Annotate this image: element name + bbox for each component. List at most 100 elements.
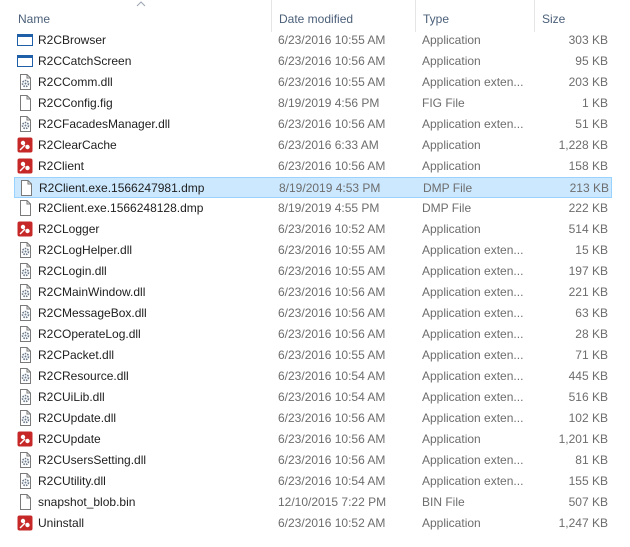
file-type: DMP File xyxy=(422,201,472,215)
dll-gear-icon xyxy=(17,389,33,405)
file-row[interactable]: R2CLogHelper.dll 6/23/2016 10:55 AM Applic… xyxy=(14,240,612,261)
column-header-type[interactable]: Type xyxy=(415,0,534,32)
file-type: Application exten... xyxy=(422,264,524,278)
file-row[interactable]: R2CFacadesManager.dll 6/23/2016 10:56 AM A… xyxy=(14,114,612,135)
file-type: Application exten... xyxy=(422,75,524,89)
file-row[interactable]: Uninstall 6/23/2016 10:52 AM Application 1,… xyxy=(14,513,612,534)
dll-gear-icon xyxy=(17,116,33,132)
file-row[interactable]: R2CUiLib.dll 6/23/2016 10:54 AM Applicatio… xyxy=(14,387,612,408)
file-type: Application xyxy=(422,138,481,152)
file-size: 222 KB xyxy=(568,201,608,215)
file-type: Application xyxy=(422,159,481,173)
column-header-date-modified[interactable]: Date modified xyxy=(271,0,415,32)
file-size: 81 KB xyxy=(575,453,608,467)
file-size: 51 KB xyxy=(575,117,608,131)
date-modified: 6/23/2016 10:56 AM xyxy=(278,453,386,467)
date-modified: 6/23/2016 10:55 AM xyxy=(278,348,386,362)
dll-gear-icon xyxy=(17,347,33,363)
file-name: R2CUsersSetting.dll xyxy=(38,453,147,467)
file-name: R2Client xyxy=(38,159,85,173)
dll-gear-icon xyxy=(17,74,33,90)
file-name: R2CResource.dll xyxy=(38,369,129,383)
file-row[interactable]: R2CLogin.dll 6/23/2016 10:55 AM Applicatio… xyxy=(14,261,612,282)
dll-gear-icon xyxy=(17,242,33,258)
date-modified: 6/23/2016 10:56 AM xyxy=(278,54,386,68)
generic-file-icon xyxy=(17,95,33,111)
date-modified: 6/23/2016 10:55 AM xyxy=(278,75,386,89)
file-row[interactable]: R2Client.exe.1566248128.dmp 8/19/2019 4:5… xyxy=(14,198,612,219)
file-name: R2ClearCache xyxy=(38,138,117,152)
file-name: R2CComm.dll xyxy=(38,75,113,89)
file-type: Application exten... xyxy=(422,327,524,341)
file-type: Application exten... xyxy=(422,243,524,257)
date-modified: 6/23/2016 10:56 AM xyxy=(278,411,386,425)
file-row[interactable]: snapshot_blob.bin 12/10/2015 7:22 PM BIN F… xyxy=(14,492,612,513)
dll-gear-icon xyxy=(17,473,33,489)
file-size: 1,201 KB xyxy=(558,432,608,446)
file-size: 158 KB xyxy=(568,159,608,173)
column-header-bar: Name Date modified Type Size xyxy=(0,0,630,32)
file-size: 95 KB xyxy=(575,54,608,68)
file-size: 15 KB xyxy=(575,243,608,257)
file-row[interactable]: R2CBrowser 6/23/2016 10:55 AM Application 3… xyxy=(14,30,612,51)
file-row[interactable]: R2Client.exe.1566247981.dmp 8/19/2019 4:5… xyxy=(14,177,612,198)
file-row[interactable]: R2CMessageBox.dll 6/23/2016 10:56 AM Appli… xyxy=(14,303,612,324)
file-list: natives_blob.bin12/10/2015 7:22 PMBIN Fi… xyxy=(0,19,630,547)
file-name: R2CCatchScreen xyxy=(38,54,132,68)
file-name: R2CLogHelper.dll xyxy=(38,243,133,257)
file-name: Uninstall xyxy=(38,516,85,530)
r2c-app-icon xyxy=(17,137,33,153)
file-row[interactable]: R2CMainWindow.dll 6/23/2016 10:56 AM Appli… xyxy=(14,282,612,303)
date-modified: 6/23/2016 10:52 AM xyxy=(278,222,386,236)
date-modified: 6/23/2016 10:56 AM xyxy=(278,432,386,446)
date-modified: 6/23/2016 10:54 AM xyxy=(278,474,386,488)
file-type: BIN File xyxy=(422,495,465,509)
file-size: 1 KB xyxy=(581,96,608,110)
date-modified: 6/23/2016 10:56 AM xyxy=(278,285,386,299)
file-row[interactable]: R2CUsersSetting.dll 6/23/2016 10:56 AM App… xyxy=(14,450,612,471)
file-size: 203 KB xyxy=(568,75,608,89)
date-modified: 12/10/2015 7:22 PM xyxy=(278,495,387,509)
column-header-name[interactable]: Name xyxy=(11,0,271,32)
file-name: R2CUpdate.dll xyxy=(38,411,117,425)
file-size: 303 KB xyxy=(568,33,608,47)
dll-gear-icon xyxy=(17,326,33,342)
file-row[interactable]: R2CCatchScreen 6/23/2016 10:56 AM Applicat… xyxy=(14,51,612,72)
file-size: 197 KB xyxy=(568,264,608,278)
file-row[interactable]: R2CResource.dll 6/23/2016 10:54 AM Applica… xyxy=(14,366,612,387)
file-type: Application exten... xyxy=(422,117,524,131)
file-row[interactable]: R2Client 6/23/2016 10:56 AM Application 158… xyxy=(14,156,612,177)
file-type: Application xyxy=(422,516,481,530)
file-row[interactable]: R2CUpdate.dll 6/23/2016 10:56 AM Applicati… xyxy=(14,408,612,429)
file-size: 213 KB xyxy=(569,181,609,195)
file-size: 516 KB xyxy=(568,390,608,404)
file-type: Application exten... xyxy=(422,306,524,320)
file-row[interactable]: R2CComm.dll 6/23/2016 10:55 AM Application… xyxy=(14,72,612,93)
file-name: snapshot_blob.bin xyxy=(38,495,136,509)
file-size: 28 KB xyxy=(575,327,608,341)
file-row[interactable]: R2CPacket.dll 6/23/2016 10:55 AM Applicati… xyxy=(14,345,612,366)
dll-gear-icon xyxy=(17,284,33,300)
r2c-app-icon xyxy=(17,431,33,447)
app-window-icon xyxy=(17,53,33,69)
file-size: 71 KB xyxy=(575,348,608,362)
file-type: Application xyxy=(422,33,481,47)
column-header-size[interactable]: Size xyxy=(534,0,630,32)
file-name: R2CMainWindow.dll xyxy=(38,285,146,299)
file-row[interactable]: R2CLogger 6/23/2016 10:52 AM Application 51… xyxy=(14,219,612,240)
file-type: FIG File xyxy=(422,96,465,110)
file-name: R2Client.exe.1566247981.dmp xyxy=(39,181,205,195)
file-row[interactable]: R2COperateLog.dll 6/23/2016 10:56 AM Appli… xyxy=(14,324,612,345)
file-name: R2CUiLib.dll xyxy=(38,390,105,404)
date-modified: 6/23/2016 10:54 AM xyxy=(278,369,386,383)
file-row[interactable]: R2CUpdate 6/23/2016 10:56 AM Application 1,… xyxy=(14,429,612,450)
file-size: 507 KB xyxy=(568,495,608,509)
dll-gear-icon xyxy=(17,263,33,279)
file-row[interactable]: R2CConfig.fig 8/19/2019 4:56 PM FIG File 1 … xyxy=(14,93,612,114)
file-row[interactable]: R2CUtility.dll 6/23/2016 10:54 AM Applicat… xyxy=(14,471,612,492)
r2c-app-icon xyxy=(17,158,33,174)
file-row[interactable]: R2ClearCache 6/23/2016 6:33 AM Application… xyxy=(14,135,612,156)
generic-file-icon xyxy=(17,494,33,510)
file-name: R2Client.exe.1566248128.dmp xyxy=(38,201,204,215)
file-size: 514 KB xyxy=(568,222,608,236)
